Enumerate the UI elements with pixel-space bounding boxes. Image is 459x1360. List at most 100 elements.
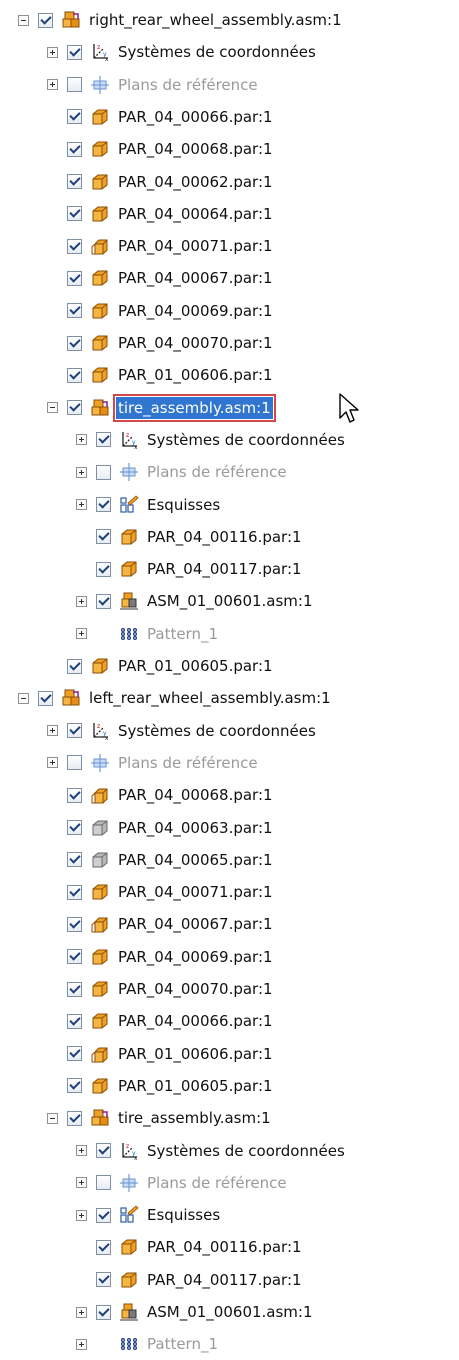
expand-icon[interactable] <box>76 1306 87 1318</box>
visibility-checkbox[interactable] <box>67 109 82 125</box>
tree-row[interactable]: PAR_04_00068.par:1 <box>47 133 275 165</box>
tree-item-label[interactable]: PAR_04_00068.par:1 <box>116 138 275 160</box>
visibility-checkbox[interactable] <box>67 400 82 416</box>
tree-item-label[interactable]: right_rear_wheel_assembly.asm:1 <box>87 9 344 31</box>
expand-icon[interactable] <box>76 499 87 510</box>
visibility-checkbox[interactable] <box>67 44 82 60</box>
visibility-checkbox[interactable] <box>38 12 53 28</box>
tree-item-label[interactable]: PAR_04_00063.par:1 <box>116 817 275 839</box>
tree-item-label[interactable]: Plans de référence <box>116 752 260 774</box>
tree-item-label[interactable]: Systèmes de coordonnées <box>116 41 318 63</box>
tree-item-label[interactable]: PAR_04_00116.par:1 <box>145 526 304 548</box>
expand-icon[interactable] <box>76 1338 87 1350</box>
visibility-checkbox[interactable] <box>96 464 111 480</box>
tree-row[interactable]: PAR_01_00606.par:1 <box>47 359 275 391</box>
tree-item-label[interactable]: left_rear_wheel_assembly.asm:1 <box>87 687 333 709</box>
tree-row[interactable]: Plans de référence <box>76 456 289 488</box>
tree-item-label[interactable]: Plans de référence <box>145 1172 289 1194</box>
visibility-checkbox[interactable] <box>67 820 82 835</box>
tree-item-label[interactable]: PAR_04_00117.par:1 <box>145 1269 304 1291</box>
tree-row[interactable]: Esquisses <box>76 1199 222 1231</box>
expand-icon[interactable] <box>76 466 87 478</box>
tree-row[interactable]: PAR_04_00067.par:1 <box>47 908 275 940</box>
tree-row[interactable]: z y x Systèmes de coordonnées <box>47 715 318 747</box>
visibility-checkbox[interactable] <box>67 270 82 286</box>
tree-row[interactable]: PAR_04_00071.par:1 <box>47 230 275 262</box>
expand-icon[interactable] <box>47 757 58 769</box>
visibility-checkbox[interactable] <box>67 206 82 222</box>
tree-item-label[interactable]: PAR_04_00064.par:1 <box>116 203 275 225</box>
visibility-checkbox[interactable] <box>96 1175 111 1191</box>
tree-row[interactable]: PAR_04_00067.par:1 <box>47 262 275 294</box>
tree-row[interactable]: PAR_01_00605.par:1 <box>47 650 275 682</box>
visibility-checkbox[interactable] <box>96 1304 111 1320</box>
tree-item-label[interactable]: PAR_04_00070.par:1 <box>116 332 275 354</box>
visibility-checkbox[interactable] <box>96 1272 111 1288</box>
tree-item-label[interactable]: PAR_04_00116.par:1 <box>145 1236 304 1258</box>
tree-item-label[interactable]: ASM_01_00601.asm:1 <box>145 1301 315 1323</box>
tree-item-label[interactable]: ASM_01_00601.asm:1 <box>145 590 315 612</box>
tree-item-label[interactable]: Pattern_1 <box>145 1333 220 1355</box>
expand-icon[interactable] <box>47 725 58 737</box>
tree-item-label[interactable]: PAR_01_00605.par:1 <box>116 1075 275 1097</box>
tree-item-label[interactable]: PAR_04_00069.par:1 <box>116 300 275 322</box>
visibility-checkbox[interactable] <box>67 174 82 189</box>
visibility-checkbox[interactable] <box>67 658 82 674</box>
visibility-checkbox[interactable] <box>96 432 111 448</box>
tree-row[interactable]: PAR_04_00064.par:1 <box>47 198 275 230</box>
collapse-icon[interactable] <box>47 402 58 414</box>
tree-row[interactable]: PAR_04_00069.par:1 <box>47 941 275 973</box>
visibility-checkbox[interactable] <box>67 755 82 771</box>
tree-item-label[interactable]: Systèmes de coordonnées <box>145 1140 347 1162</box>
tree-row[interactable]: Plans de référence <box>47 69 260 101</box>
visibility-checkbox[interactable] <box>67 787 82 803</box>
tree-row[interactable]: PAR_04_00116.par:1 <box>76 1231 304 1263</box>
tree-item-label[interactable]: PAR_01_00605.par:1 <box>116 655 275 677</box>
tree-row[interactable]: PAR_04_00062.par:1 <box>47 166 275 198</box>
visibility-checkbox[interactable] <box>67 981 82 997</box>
collapse-icon[interactable] <box>47 1112 58 1124</box>
tree-item-label[interactable]: PAR_01_00606.par:1 <box>116 1043 275 1065</box>
tree-item-label[interactable]: tire_assembly.asm:1 <box>113 393 276 422</box>
tree-row[interactable]: right_rear_wheel_assembly.asm:1 <box>18 4 344 36</box>
visibility-checkbox[interactable] <box>96 1143 111 1158</box>
visibility-checkbox[interactable] <box>67 1110 82 1126</box>
tree-row[interactable]: PAR_04_00066.par:1 <box>47 101 275 133</box>
visibility-checkbox[interactable] <box>67 77 82 93</box>
tree-row[interactable]: z y x Systèmes de coordonnées <box>76 424 347 456</box>
tree-item-label[interactable]: PAR_04_00067.par:1 <box>116 267 275 289</box>
tree-row[interactable]: z y x Systèmes de coordonnées <box>76 1135 347 1167</box>
visibility-checkbox[interactable] <box>96 1239 111 1255</box>
tree-row[interactable]: Plans de référence <box>76 1167 289 1199</box>
tree-item-label[interactable]: PAR_04_00117.par:1 <box>145 558 304 580</box>
visibility-checkbox[interactable] <box>96 497 111 512</box>
expand-icon[interactable] <box>76 1209 87 1221</box>
tree-item-label[interactable]: PAR_04_00066.par:1 <box>116 1010 275 1032</box>
tree-row[interactable]: PAR_04_00065.par:1 <box>47 844 275 876</box>
tree-row[interactable]: ASM_01_00601.asm:1 <box>76 585 315 617</box>
tree-row[interactable]: PAR_04_00068.par:1 <box>47 779 275 811</box>
visibility-checkbox[interactable] <box>67 916 82 932</box>
visibility-checkbox[interactable] <box>67 335 82 351</box>
tree-item-label[interactable]: PAR_04_00065.par:1 <box>116 849 275 871</box>
visibility-checkbox[interactable] <box>67 949 82 965</box>
expand-icon[interactable] <box>76 595 87 607</box>
tree-item-label[interactable]: Systèmes de coordonnées <box>145 429 347 451</box>
tree-item-label[interactable]: Pattern_1 <box>145 623 220 645</box>
tree-item-label[interactable]: Esquisses <box>145 1204 222 1226</box>
tree-row[interactable]: PAR_04_00071.par:1 <box>47 876 275 908</box>
collapse-icon[interactable] <box>18 692 29 704</box>
tree-row[interactable]: Pattern_1 <box>76 1328 220 1360</box>
tree-item-label[interactable]: PAR_04_00069.par:1 <box>116 946 275 968</box>
tree-item-label[interactable]: PAR_04_00070.par:1 <box>116 978 275 1000</box>
visibility-checkbox[interactable] <box>67 1046 82 1062</box>
visibility-checkbox[interactable] <box>67 367 82 383</box>
expand-icon[interactable] <box>76 1145 87 1156</box>
tree-row[interactable]: PAR_04_00070.par:1 <box>47 973 275 1005</box>
tree-item-label[interactable]: Systèmes de coordonnées <box>116 720 318 742</box>
tree-item-label[interactable]: tire_assembly.asm:1 <box>116 1107 273 1129</box>
tree-row[interactable]: PAR_04_00117.par:1 <box>76 553 304 585</box>
tree-row[interactable]: PAR_04_00063.par:1 <box>47 812 275 844</box>
tree-item-label[interactable]: PAR_04_00071.par:1 <box>116 881 275 903</box>
expand-icon[interactable] <box>76 1177 87 1189</box>
